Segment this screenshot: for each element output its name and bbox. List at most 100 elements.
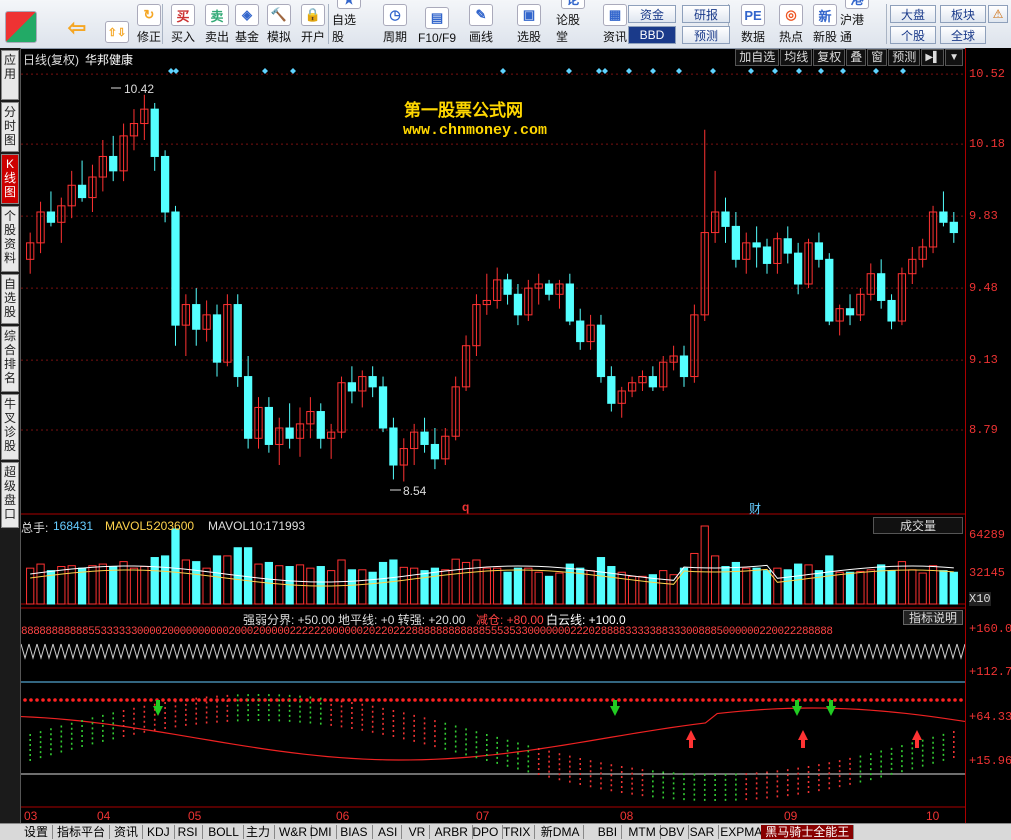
chart-menu-add-watchlist[interactable]: 加自选 xyxy=(735,49,780,66)
volume-bar xyxy=(275,565,284,605)
event-diamond-icon xyxy=(772,68,778,74)
warning-icon[interactable]: ⚠ xyxy=(988,5,1008,23)
volume-total: 168431 xyxy=(53,519,94,533)
bottom-tab[interactable]: BOLL xyxy=(204,825,244,839)
bottom-tab[interactable]: 设置 xyxy=(20,825,54,839)
bottom-tab[interactable]: TRIX xyxy=(499,825,536,839)
toolbar-market-index-button[interactable]: 大盘 xyxy=(890,5,936,23)
indicator-help-button[interactable]: 指标说明 xyxy=(903,610,963,625)
reduce-dot-line xyxy=(365,698,369,702)
toolbar-research-button[interactable]: 研报 xyxy=(682,5,730,23)
volume-bar xyxy=(596,557,606,605)
bottom-tab[interactable]: SAR xyxy=(686,825,720,839)
chart-menu-overlay[interactable]: 叠 xyxy=(846,49,867,66)
chart-menu-forecast[interactable]: 预测 xyxy=(888,49,921,66)
hammer-button[interactable]: 🔨 模拟 xyxy=(262,3,296,45)
reduce-dot-line xyxy=(845,698,849,702)
sidebar-tab-kline-chart[interactable]: K线图 xyxy=(1,154,19,204)
volume-bar xyxy=(742,567,751,605)
chart-menu-moving-average[interactable]: 均线 xyxy=(780,49,813,66)
event-diamond-icon xyxy=(173,68,179,74)
chart-area: 日线(复权) 华邦健康 加自选 均线 复权叠窗预测 ▶▌ ▼ 第一股票公式网 www.c… xyxy=(21,48,965,823)
toolbar-label: 数据 xyxy=(740,30,765,44)
lock-button[interactable]: 🔒 开户 xyxy=(296,3,330,45)
bottom-tab[interactable]: BIAS xyxy=(336,825,373,839)
bottom-tab[interactable]: RSI xyxy=(174,825,203,839)
event-marker-q[interactable]: q xyxy=(462,500,469,514)
bottom-tab[interactable]: 新DMA xyxy=(537,825,585,839)
ipo-button[interactable]: 新新股 xyxy=(808,3,842,45)
bottom-tab[interactable]: KDJ xyxy=(143,825,175,839)
reduce-dot-line xyxy=(893,698,897,702)
sidebar-tab-timeshare-chart[interactable]: 分时图 xyxy=(1,102,19,152)
volume-bar xyxy=(700,525,709,605)
chart-menu-adjust[interactable]: 复权 xyxy=(813,49,846,66)
sell-button[interactable]: 卖卖出 xyxy=(200,3,234,45)
volume-bar xyxy=(472,559,481,605)
fund-button[interactable]: ◈ 基金 xyxy=(230,3,264,45)
play-icon[interactable]: ▶▌ xyxy=(921,49,945,66)
sse-hkex-button[interactable]: 港沪港通 xyxy=(840,0,874,45)
bottom-tab[interactable]: BBI xyxy=(594,825,623,839)
back-arrow-button[interactable]: ⇦ xyxy=(60,3,94,45)
bottom-tab[interactable]: DMI xyxy=(306,825,337,839)
bottom-tab[interactable]: 主力 xyxy=(242,825,276,839)
reduce-dot-line xyxy=(833,698,837,702)
refresh-button[interactable]: ↻ 修正 xyxy=(132,3,166,45)
toolbar-fund-flow-button[interactable]: 资金 xyxy=(628,5,676,23)
toolbar-sector-button[interactable]: 板块 xyxy=(940,5,986,23)
sidebar-tab-ranking[interactable]: 综合排名 xyxy=(1,326,19,392)
sidebar-tab-app[interactable]: 应用 xyxy=(1,50,19,100)
news-button[interactable]: ▦ 资讯 xyxy=(598,3,632,45)
candle-body xyxy=(565,283,574,322)
bottom-tab[interactable]: ASI xyxy=(374,825,403,839)
reduce-dot-line xyxy=(875,698,879,702)
toolbar-stock-button[interactable]: 个股 xyxy=(890,26,936,44)
app-logo-button[interactable] xyxy=(4,3,38,45)
bottom-tab[interactable]: EXPMA xyxy=(716,825,768,839)
reduce-dot-line xyxy=(857,698,861,702)
reduce-dot-line xyxy=(305,698,309,702)
screen-button[interactable]: ▣ 选股 xyxy=(512,3,546,45)
bottom-tab[interactable]: VR xyxy=(405,825,431,839)
pencil-button[interactable]: ✎ 画线 xyxy=(464,3,498,45)
sidebar-tab-stock-profile[interactable]: 个股资料 xyxy=(1,206,19,272)
bottom-tab[interactable]: OBV xyxy=(655,825,690,839)
reduce-dot-line xyxy=(929,698,933,702)
volume-bar xyxy=(493,567,502,605)
f10-button[interactable]: ▤ F10/F9 xyxy=(418,3,457,45)
bottom-tab[interactable]: 黑马骑士全能王 xyxy=(761,825,855,839)
chevron-down-icon[interactable]: ▼ xyxy=(945,49,963,66)
sidebar-tab-diagnosis[interactable]: 牛叉诊股 xyxy=(1,394,19,460)
toolbar-forecast-button[interactable]: 预测 xyxy=(682,26,730,44)
toolbar-label: F10/F9 xyxy=(418,31,457,45)
buy-button[interactable]: 买买入 xyxy=(166,3,200,45)
up-down-arrow-button[interactable]: ⇧⇩ xyxy=(100,3,134,45)
bottom-tab[interactable]: 资讯 xyxy=(110,825,144,839)
bottom-tab[interactable]: 指标平台 xyxy=(53,825,111,839)
bottom-tab[interactable]: ARBR xyxy=(431,825,473,839)
toolbar-label: 资讯 xyxy=(602,30,627,44)
event-marker-finance[interactable]: 财 xyxy=(749,500,761,517)
reduce-dot-line xyxy=(65,698,69,702)
clock-button[interactable]: ◷ 周期 xyxy=(378,3,412,45)
candle-body xyxy=(192,304,201,330)
toolbar-label: 热点 xyxy=(778,30,803,44)
volume-indicator-select[interactable]: 成交量 xyxy=(873,517,963,534)
chart-menu-window[interactable]: 窗 xyxy=(867,49,888,66)
kline-chart[interactable] xyxy=(21,48,965,823)
candle-body xyxy=(212,314,222,363)
forum-button[interactable]: 论论股堂 xyxy=(556,0,590,45)
star-folder-button[interactable]: ★ 自选股 xyxy=(332,0,366,45)
sidebar-tab-order-book[interactable]: 超级盘口 xyxy=(1,462,19,528)
toolbar-global-button[interactable]: 全球 xyxy=(940,26,986,44)
reduce-dot-line xyxy=(941,698,945,702)
hot-button[interactable]: ◎ 热点 xyxy=(774,3,808,45)
high-price-label: 10.42 xyxy=(124,82,155,96)
main-toolbar: ⇦⇧⇩↻修正买买入卖卖出◈基金🔨模拟🔒开户★自选股 ◷周期▤F10/F9✎画线 ▣选… xyxy=(0,0,1011,49)
sidebar-tab-watchlist[interactable]: 自选股 xyxy=(1,274,19,324)
candle-body xyxy=(150,108,159,157)
ipo-icon: 新 xyxy=(813,4,837,26)
toolbar-bbd-button[interactable]: BBD xyxy=(628,26,676,44)
pe-button[interactable]: PE 数据 xyxy=(736,3,770,45)
